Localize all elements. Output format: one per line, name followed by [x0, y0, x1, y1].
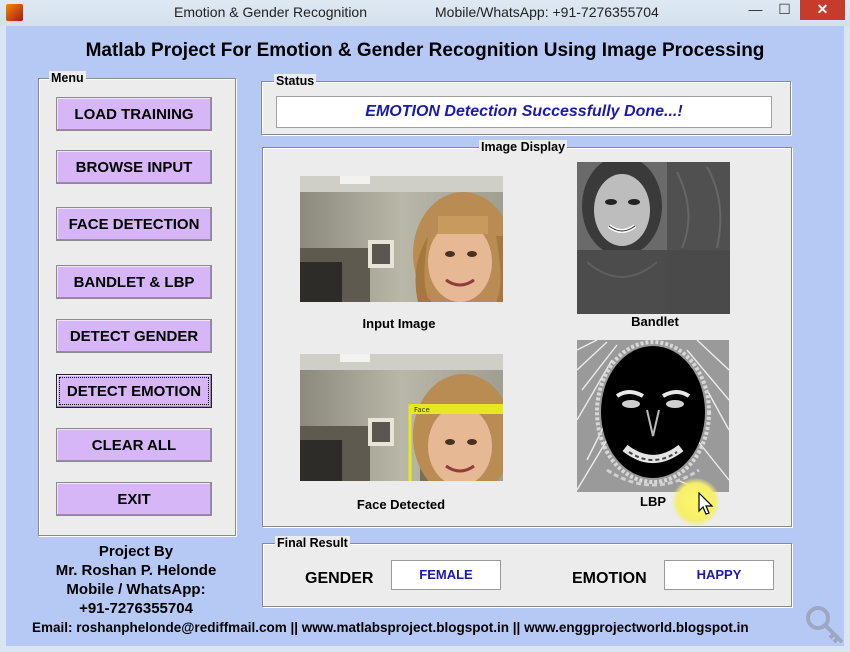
minimize-button[interactable]: —: [741, 0, 770, 20]
close-button[interactable]: ✕: [800, 0, 845, 20]
emotion-value: HAPPY: [664, 560, 774, 590]
project-by-block: Project By Mr. Roshan P. Helonde Mobile …: [32, 542, 240, 618]
mouse-pointer-icon: [698, 491, 714, 521]
figure-client-area: Matlab Project For Emotion & Gender Reco…: [6, 26, 844, 646]
contact-number: +91-7276355704: [79, 600, 193, 617]
menu-panel-title: Menu: [49, 71, 86, 85]
load-training-button[interactable]: LOAD TRAINING: [56, 97, 212, 131]
input-image: [300, 176, 503, 302]
maximize-button[interactable]: ☐: [770, 0, 799, 20]
emotion-label: EMOTION: [572, 570, 647, 587]
contact-label: Mobile / WhatsApp:: [66, 581, 206, 598]
face-detected-caption: Face Detected: [356, 497, 446, 512]
browse-input-button[interactable]: BROWSE INPUT: [56, 150, 212, 184]
bandlet-lbp-button[interactable]: BANDLET & LBP: [56, 265, 212, 299]
final-result-title: Final Result: [275, 536, 350, 550]
face-detection-button[interactable]: FACE DETECTION: [56, 207, 212, 241]
page-title: Matlab Project For Emotion & Gender Reco…: [85, 40, 765, 61]
detect-emotion-button[interactable]: DETECT EMOTION: [56, 374, 212, 408]
gender-label: GENDER: [305, 570, 374, 587]
bandlet-image: [577, 162, 730, 314]
window-subtitle: Mobile/WhatsApp: +91-7276355704: [435, 4, 659, 20]
clear-all-button[interactable]: CLEAR ALL: [56, 428, 212, 462]
exit-button[interactable]: EXIT: [56, 482, 212, 516]
image-display-title: Image Display: [479, 140, 568, 154]
input-image-caption: Input Image: [362, 316, 436, 331]
footer-contact: Email: roshanphelonde@rediffmail.com || …: [32, 620, 749, 635]
matlab-logo-icon[interactable]: [6, 4, 23, 21]
status-panel-title: Status: [274, 74, 317, 88]
bandlet-caption: Bandlet: [631, 314, 679, 329]
menu-panel: Menu LOAD TRAINING BROWSE INPUT FACE DET…: [38, 71, 236, 536]
image-display-panel: Image Display Input Image Bandlet Face F…: [262, 140, 792, 527]
final-result-panel: Final Result GENDER FEMALE EMOTION HAPPY: [262, 536, 792, 607]
status-text: EMOTION Detection Successfully Done...!: [276, 96, 772, 128]
window-title: Emotion & Gender Recognition: [174, 4, 367, 20]
status-panel: Status EMOTION Detection Successfully Do…: [261, 74, 791, 135]
project-by-line: Project By: [98, 543, 174, 560]
gender-value: FEMALE: [391, 560, 501, 590]
key-watermark-icon: [802, 602, 846, 651]
author-name: Mr. Roshan P. Helonde: [55, 562, 217, 579]
svg-text:Face: Face: [414, 406, 430, 414]
title-bar: Emotion & Gender Recognition Mobile/What…: [0, 0, 850, 26]
detect-gender-button[interactable]: DETECT GENDER: [56, 319, 212, 353]
face-detected-image: Face: [300, 354, 503, 481]
lbp-image: [577, 340, 729, 492]
